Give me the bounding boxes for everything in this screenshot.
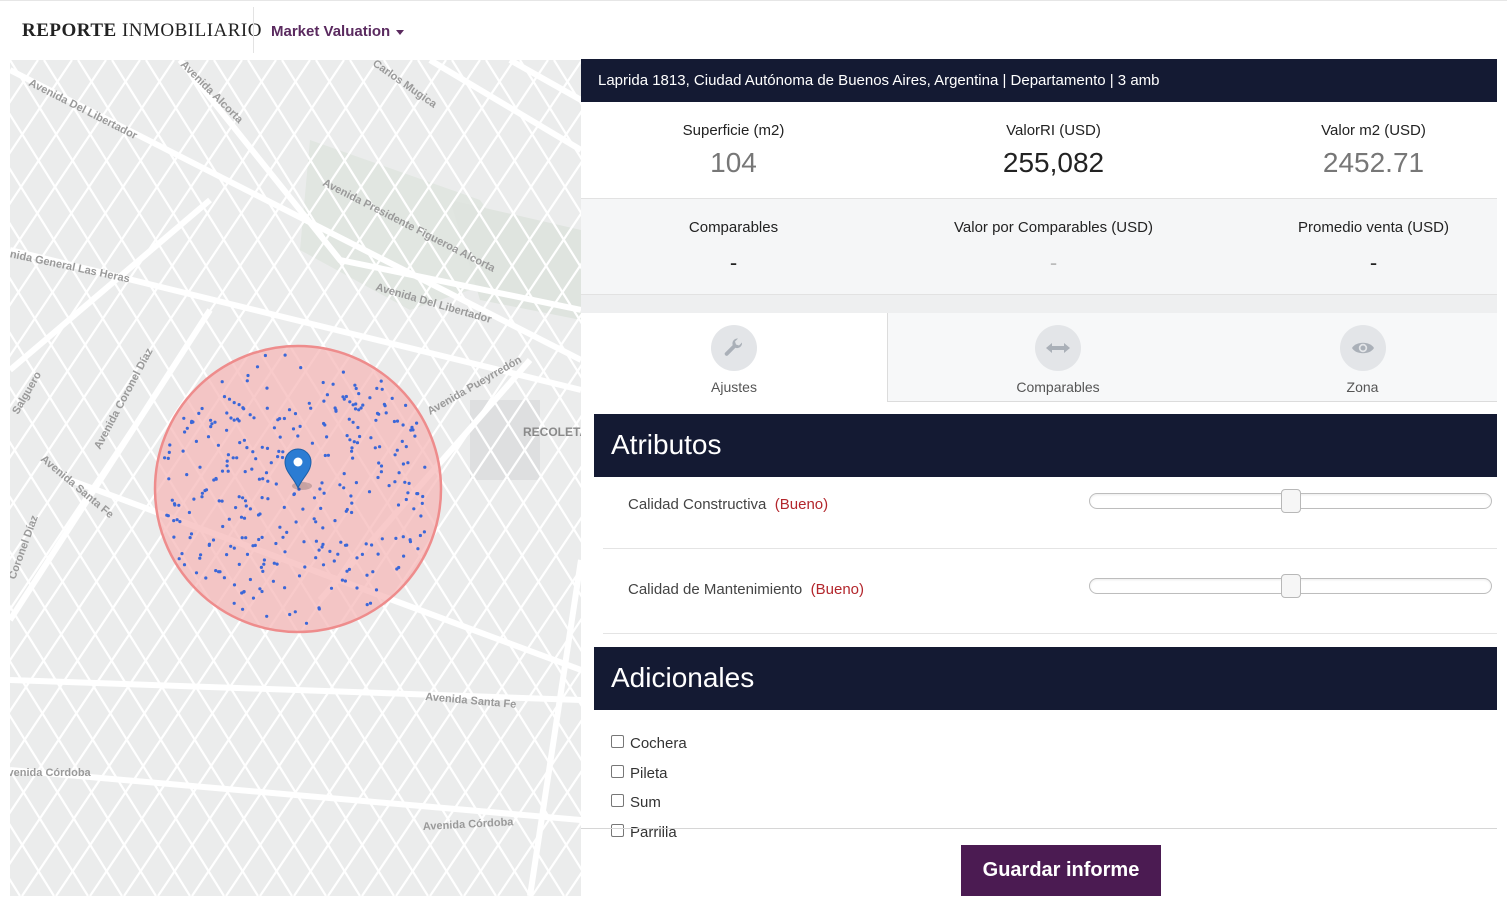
brand-rest: INMOBILIARIO (121, 20, 262, 41)
stats-row-1: Superficie (m2) 104 ValorRI (USD) 255,08… (581, 102, 1497, 198)
stat-value: - (1049, 250, 1058, 275)
stat-valor-comparables: Valor por Comparables (USD) - (901, 199, 1206, 276)
checkbox-box[interactable] (611, 735, 624, 749)
attr-quality: (Bueno) (774, 496, 829, 513)
tab-icon-circle (711, 325, 757, 371)
attr-quality-value: Bueno (815, 581, 859, 598)
checkbox-box[interactable] (611, 823, 624, 837)
market-valuation-menu[interactable]: Market Valuation (271, 23, 405, 40)
attr-row-calidad-mantenimiento: Calidad de Mantenimiento (Bueno) (603, 562, 1497, 634)
arrows-horizontal-icon (1046, 343, 1070, 353)
attr-label-text: Calidad de Mantenimiento (628, 581, 803, 598)
adicionales-header: Adicionales (594, 647, 1497, 710)
tab-label: Zona (1346, 379, 1379, 395)
stat-label: Comparables (688, 219, 779, 236)
stat-valor-m2: Valor m2 (USD) 2452.71 (1221, 102, 1507, 179)
stat-label: Valor por Comparables (USD) (954, 219, 1153, 236)
caret-down-icon (396, 29, 405, 35)
save-report-button[interactable]: Guardar informe (961, 845, 1161, 896)
calidad-mantenimiento-slider[interactable] (1089, 574, 1492, 598)
footer-divider (581, 828, 1497, 829)
attr-label: Calidad de Mantenimiento (Bueno) (628, 581, 864, 598)
stat-label: Valor m2 (USD) (1321, 122, 1426, 139)
stat-value: 104 (710, 147, 757, 178)
valuation-panel: Laprida 1813, Ciudad Autónoma de Buenos … (581, 59, 1497, 896)
stat-value: 255,082 (1002, 147, 1105, 178)
stat-valorri: ValorRI (USD) 255,082 (901, 102, 1206, 179)
stat-label: Superficie (m2) (682, 122, 785, 139)
tab-bar: Ajustes Comparables Zona (581, 313, 1497, 402)
checkbox-sum[interactable]: Sum (611, 788, 1491, 818)
tab-label: Comparables (1016, 379, 1100, 395)
attr-label: Calidad Constructiva (Bueno) (628, 496, 828, 513)
attr-label-text: Calidad Constructiva (628, 496, 767, 513)
brand-bold: REPORTE (22, 20, 117, 41)
map-canvas[interactable]: Avenida Del Libertador Avenida President… (10, 60, 581, 896)
tab-comparables[interactable]: Comparables (888, 313, 1228, 402)
tab-zona[interactable]: Zona (1228, 313, 1497, 402)
checkbox-box[interactable] (611, 764, 624, 778)
tab-icon-circle (1035, 325, 1081, 371)
stat-value: 2452.71 (1322, 147, 1425, 178)
stat-superficie: Superficie (m2) 104 (581, 102, 886, 179)
stat-value: - (1369, 250, 1378, 275)
stat-comparables: Comparables - (581, 199, 886, 276)
slider-handle[interactable] (1281, 489, 1301, 513)
checkbox-pileta[interactable]: Pileta (611, 759, 1491, 789)
checkbox-label: Sum (630, 794, 661, 812)
eye-icon (1351, 342, 1374, 354)
adicionales-list: Cochera Pileta Sum Parrilla (611, 729, 1491, 839)
checkbox-label: Cochera (630, 735, 687, 753)
attr-quality-value: Bueno (779, 496, 824, 513)
checkbox-label: Pileta (630, 764, 668, 782)
stat-value: - (729, 250, 738, 275)
tab-label: Ajustes (711, 379, 757, 395)
slider-handle[interactable] (1281, 574, 1301, 598)
address-bar: Laprida 1813, Ciudad Autónoma de Buenos … (581, 59, 1497, 102)
menu-label: Market Valuation (271, 23, 391, 40)
calidad-constructiva-slider[interactable] (1089, 489, 1492, 513)
top-navbar: REPORTE INMOBILIARIO Market Valuation (0, 0, 1507, 62)
brand-logo[interactable]: REPORTE INMOBILIARIO (22, 20, 262, 42)
checkbox-cochera[interactable]: Cochera (611, 729, 1491, 759)
atributos-header: Atributos (594, 414, 1497, 477)
tab-icon-circle (1339, 325, 1386, 371)
street-label-cordoba-1: Avenida Córdoba (10, 767, 92, 779)
stat-promedio-venta: Promedio venta (USD) - (1221, 199, 1507, 276)
tab-ajustes[interactable]: Ajustes (581, 313, 888, 402)
stats-row-2: Comparables - Valor por Comparables (USD… (581, 198, 1497, 295)
attr-row-calidad-constructiva: Calidad Constructiva (Bueno) (603, 477, 1497, 549)
map-view[interactable]: Avenida Del Libertador Avenida President… (10, 60, 581, 896)
checkbox-box[interactable] (611, 794, 624, 808)
wrench-icon (724, 338, 743, 356)
brand-divider (253, 7, 254, 53)
stat-label: ValorRI (USD) (1006, 122, 1101, 139)
checkbox-label: Parrilla (630, 823, 677, 839)
separator-band (581, 295, 1497, 313)
neighborhood-label-recoleta: RECOLETA (523, 425, 581, 439)
stat-label: Promedio venta (USD) (1298, 219, 1449, 236)
attr-quality: (Bueno) (810, 581, 864, 598)
